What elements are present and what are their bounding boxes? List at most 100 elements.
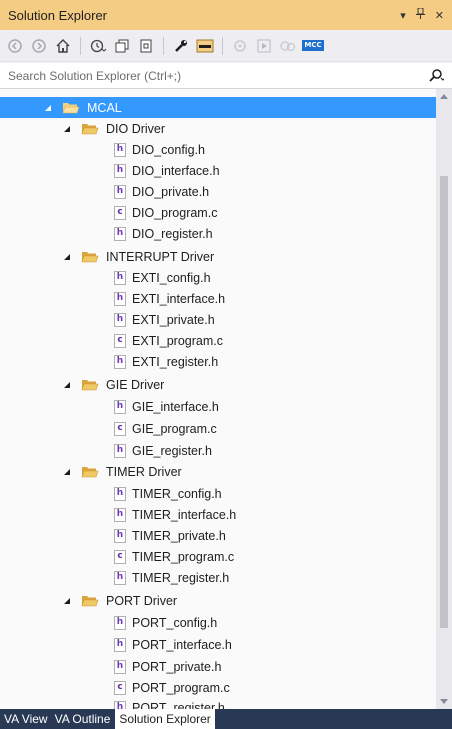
- tree-file[interactable]: c DIO_program.c: [0, 202, 436, 223]
- tree-file[interactable]: h DIO_config.h: [0, 139, 436, 160]
- header-file-icon: h: [114, 637, 126, 652]
- tree-file[interactable]: h EXTI_config.h: [0, 267, 436, 288]
- file-name: PORT_register.h: [132, 700, 225, 710]
- header-file-icon: h: [114, 184, 126, 199]
- file-name: EXTI_program.c: [132, 333, 224, 348]
- bottom-tab-strip: VA View VA Outline Solution Explorer: [0, 709, 452, 729]
- header-file-icon: h: [114, 270, 126, 285]
- expand-arrow-icon[interactable]: [61, 595, 73, 607]
- expand-arrow-icon[interactable]: [61, 466, 73, 478]
- tree-file[interactable]: h TIMER_register.h: [0, 567, 436, 588]
- expand-arrow-icon[interactable]: [61, 251, 73, 263]
- file-name: PORT_program.c: [132, 680, 230, 695]
- file-name: GIE_program.c: [132, 421, 217, 436]
- collapse-all-icon[interactable]: [137, 37, 155, 55]
- file-name: TIMER_config.h: [132, 486, 222, 501]
- tree-node-label: DIO Driver: [106, 121, 166, 136]
- file-name: TIMER_program.c: [132, 549, 235, 564]
- file-name: EXTI_interface.h: [132, 291, 226, 306]
- tree-file[interactable]: h DIO_interface.h: [0, 160, 436, 181]
- tree-file[interactable]: h TIMER_config.h: [0, 483, 436, 504]
- preview-icon[interactable]: [196, 37, 214, 55]
- compare-icon[interactable]: [279, 37, 297, 55]
- tree-folder-dio-driver[interactable]: DIO Driver: [0, 118, 436, 139]
- tab-solution-explorer[interactable]: Solution Explorer: [115, 709, 215, 729]
- file-name: DIO_private.h: [132, 184, 210, 199]
- back-icon[interactable]: [6, 37, 24, 55]
- tree-file[interactable]: h PORT_interface.h: [0, 634, 436, 655]
- tree-file[interactable]: c GIE_program.c: [0, 418, 436, 439]
- toolbar-separator: [80, 36, 81, 55]
- forward-icon[interactable]: [30, 37, 48, 55]
- file-name: PORT_interface.h: [132, 637, 232, 652]
- header-file-icon: h: [114, 659, 126, 674]
- scroll-up-icon[interactable]: [436, 89, 452, 103]
- tree-node-mcal[interactable]: MCAL: [0, 97, 436, 118]
- c-source-file-icon: c: [114, 205, 126, 220]
- tree-folder-gie-driver[interactable]: GIE Driver: [0, 374, 436, 395]
- window-title: Solution Explorer: [8, 7, 107, 23]
- header-file-icon: h: [114, 312, 126, 327]
- tree-folder-interrupt-driver[interactable]: INTERRUPT Driver: [0, 246, 436, 267]
- tree-file[interactable]: c PORT_program.c: [0, 677, 436, 698]
- tree-file[interactable]: h PORT_register.h: [0, 697, 436, 709]
- mcc-label: MCC: [302, 40, 324, 51]
- expand-arrow-icon[interactable]: [61, 123, 73, 135]
- properties-icon[interactable]: [255, 37, 273, 55]
- file-name: PORT_private.h: [132, 659, 222, 674]
- search-icon[interactable]: [428, 68, 444, 83]
- tree-folder-timer-driver[interactable]: TIMER Driver: [0, 461, 436, 482]
- search-input[interactable]: [8, 68, 428, 83]
- expand-arrow-icon[interactable]: [42, 102, 54, 114]
- c-source-file-icon: c: [114, 333, 126, 348]
- scroll-down-icon[interactable]: [436, 695, 452, 709]
- tree-file[interactable]: h PORT_config.h: [0, 612, 436, 633]
- file-name: TIMER_private.h: [132, 528, 226, 543]
- close-icon[interactable]: ✕: [435, 9, 444, 22]
- tree-file[interactable]: c TIMER_program.c: [0, 546, 436, 567]
- file-name: GIE_register.h: [132, 443, 212, 458]
- header-file-icon: h: [114, 443, 126, 458]
- vertical-scrollbar[interactable]: [436, 89, 452, 709]
- tree-file[interactable]: h DIO_private.h: [0, 181, 436, 202]
- tree-file[interactable]: h DIO_register.h: [0, 223, 436, 244]
- open-folder-icon: [81, 378, 101, 392]
- tab-va-view[interactable]: VA View: [0, 709, 51, 729]
- tree-folder-port-driver[interactable]: PORT Driver: [0, 590, 436, 611]
- open-folder-icon: [62, 101, 82, 115]
- toolbar-separator: [222, 36, 223, 55]
- toolbar: MCC: [0, 30, 452, 62]
- tree-file[interactable]: h EXTI_interface.h: [0, 288, 436, 309]
- file-name: DIO_interface.h: [132, 163, 220, 178]
- history-icon[interactable]: [89, 37, 107, 55]
- file-name: EXTI_register.h: [132, 354, 219, 369]
- open-folder-icon: [81, 594, 101, 608]
- git-icon[interactable]: [231, 37, 249, 55]
- tree-file[interactable]: h EXTI_private.h: [0, 309, 436, 330]
- tree-node-label: PORT Driver: [106, 593, 178, 608]
- dropdown-arrow-icon[interactable]: ▾: [400, 9, 406, 22]
- expand-arrow-icon[interactable]: [61, 379, 73, 391]
- tree-node-label: MCAL: [87, 100, 122, 115]
- file-name: EXTI_config.h: [132, 270, 211, 285]
- c-source-file-icon: c: [114, 421, 126, 436]
- tree-file[interactable]: h GIE_register.h: [0, 440, 436, 461]
- tree-file[interactable]: c EXTI_program.c: [0, 330, 436, 351]
- pin-icon[interactable]: [415, 7, 425, 22]
- tree-file[interactable]: h EXTI_register.h: [0, 351, 436, 372]
- c-source-file-icon: c: [114, 549, 126, 564]
- scrollbar-thumb[interactable]: [440, 175, 448, 629]
- window-controls: ▾ ✕: [400, 7, 444, 22]
- wrench-icon[interactable]: [172, 37, 190, 55]
- tab-va-outline[interactable]: VA Outline: [51, 709, 114, 729]
- file-name: TIMER_interface.h: [132, 507, 237, 522]
- tree-file[interactable]: h PORT_private.h: [0, 656, 436, 677]
- header-file-icon: h: [114, 163, 126, 178]
- tree-file[interactable]: h TIMER_interface.h: [0, 504, 436, 525]
- mcc-icon[interactable]: MCC: [302, 37, 324, 55]
- tree-node-label: TIMER Driver: [106, 464, 182, 479]
- sync-icon[interactable]: [113, 37, 131, 55]
- tree-file[interactable]: h GIE_interface.h: [0, 396, 436, 417]
- tree-file[interactable]: h TIMER_private.h: [0, 525, 436, 546]
- home-icon[interactable]: [54, 37, 72, 55]
